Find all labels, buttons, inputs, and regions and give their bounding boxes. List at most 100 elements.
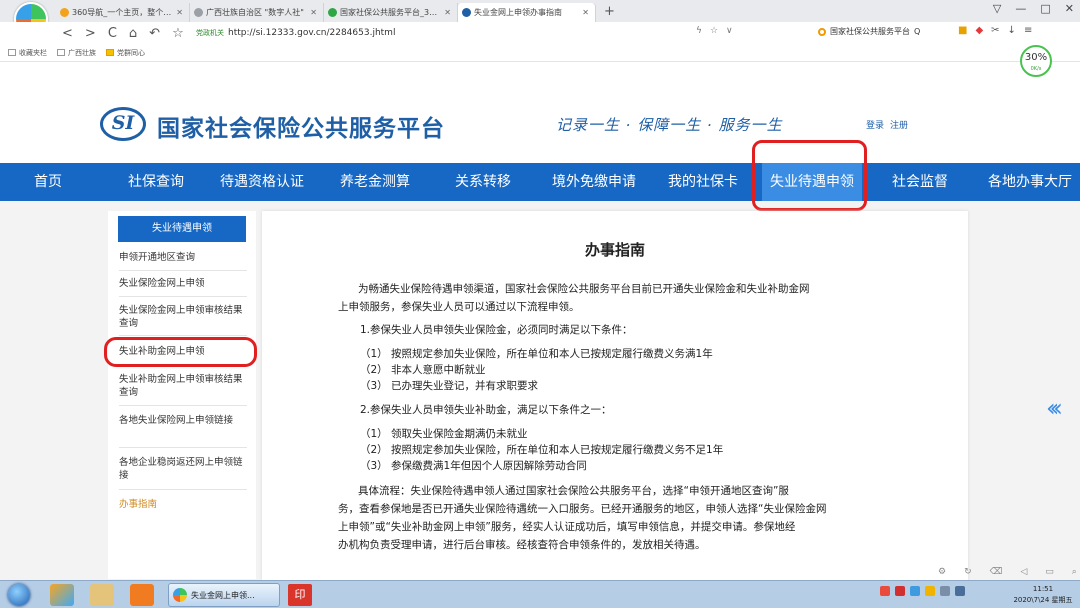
browser-tab-active[interactable]: 失业金网上申领办事指南 ✕ bbox=[458, 3, 596, 22]
undo-icon[interactable]: ↶ bbox=[149, 26, 160, 41]
content-line: 为畅通失业保险待遇申领渠道，国家社会保险公共服务平台目前已开通失业保险金和失业补… bbox=[358, 283, 810, 295]
zoom-icon[interactable]: ⌕ bbox=[1072, 567, 1077, 577]
url-field[interactable]: 党政机关 http://si.12333.gov.cn/2284653.jhtm… bbox=[196, 25, 395, 41]
tray-icon[interactable] bbox=[910, 586, 920, 596]
sidebar-item-enterprise-links[interactable]: 各地企业稳岗返还网上申领链接 bbox=[119, 456, 247, 482]
browser-nav-buttons: < > C ⌂ ↶ ☆ bbox=[62, 26, 184, 41]
bookmark-star-icon[interactable]: ☆ bbox=[710, 26, 718, 36]
sidebar-item-subsidy-result[interactable]: 失业补助金网上申领审核结果查询 bbox=[119, 373, 247, 399]
sidebar-heading[interactable]: 失业待遇申领 bbox=[118, 216, 246, 242]
download-icon[interactable]: ↓ bbox=[1008, 25, 1016, 36]
content-line: 办机构负责受理申请，进行后台审核。经核查符合申领条件的，发放相关待遇。 bbox=[338, 539, 706, 551]
menu-lines-icon[interactable]: ≡ bbox=[1024, 25, 1032, 36]
taskbar-folder-icon[interactable] bbox=[90, 584, 114, 606]
double-chevron-left-icon[interactable]: ‹‹‹ bbox=[1046, 394, 1063, 422]
tray-icon[interactable] bbox=[895, 586, 905, 596]
settings-icon[interactable]: ⚙ bbox=[938, 567, 946, 577]
bookmark-item[interactable]: 收藏夹栏 bbox=[8, 48, 47, 58]
bookmark-item[interactable]: 广西壮族 bbox=[57, 48, 96, 58]
browser-tab-bar: 360导航_一个主页，整个世界 ✕ 广西壮族自治区 "数字人社" ✕ 国家社保公… bbox=[0, 0, 1080, 36]
chevron-down-icon[interactable]: ∨ bbox=[726, 26, 733, 36]
nav-item-my-card[interactable]: 我的社保卡 bbox=[668, 163, 738, 201]
sidebar-item-insurance-result[interactable]: 失业保险金网上申领审核结果查询 bbox=[119, 304, 247, 330]
tab-close-icon[interactable]: ✕ bbox=[444, 3, 451, 22]
delete-icon[interactable]: ⌫ bbox=[990, 567, 1003, 577]
window-controls: ▽ — □ ✕ bbox=[993, 2, 1074, 15]
divider bbox=[119, 270, 247, 271]
system-tray bbox=[880, 586, 965, 596]
tab-close-icon[interactable]: ✕ bbox=[582, 3, 589, 22]
login-link[interactable]: 登录 bbox=[866, 118, 884, 131]
browser-tab[interactable]: 360导航_一个主页，整个世界 ✕ bbox=[56, 3, 190, 22]
taskbar-app-icon[interactable] bbox=[50, 584, 74, 606]
tab-favicon-icon bbox=[462, 8, 471, 17]
nav-item-pension-calc[interactable]: 养老金测算 bbox=[340, 163, 410, 201]
nav-item-query[interactable]: 社保查询 bbox=[128, 163, 184, 201]
tray-icon[interactable] bbox=[925, 586, 935, 596]
back-icon[interactable]: < bbox=[62, 26, 73, 41]
search-query-text[interactable]: 国家社保公共服务平台 bbox=[830, 26, 910, 37]
content-panel: 办事指南 为畅通失业保险待遇申领渠道，国家社会保险公共服务平台目前已开通失业保险… bbox=[262, 211, 968, 580]
new-tab-button[interactable]: + bbox=[596, 3, 623, 22]
url-text[interactable]: http://si.12333.gov.cn/2284653.jhtml bbox=[228, 28, 395, 38]
tab-label: 广西壮族自治区 "数字人社" bbox=[206, 8, 304, 17]
browser-tab[interactable]: 国家社保公共服务平台_360搜 ✕ bbox=[324, 3, 458, 22]
refresh-icon[interactable]: ↻ bbox=[964, 567, 972, 577]
page-title: 办事指南 bbox=[584, 241, 645, 259]
volume-icon[interactable] bbox=[955, 586, 965, 596]
search-box[interactable]: 国家社保公共服务平台 Q bbox=[818, 26, 920, 37]
bookmarks-bar: 收藏夹栏 广西壮族 党群同心 bbox=[0, 44, 1080, 62]
tab-close-icon[interactable]: ✕ bbox=[176, 3, 183, 22]
home-icon[interactable]: ⌂ bbox=[129, 26, 137, 41]
network-speed-widget[interactable]: 30% 0K/s bbox=[1020, 45, 1052, 77]
taskbar-red-app[interactable]: 印 bbox=[288, 584, 312, 606]
extension-icon[interactable]: ◆ bbox=[975, 25, 983, 36]
nav-item-overseas[interactable]: 境外免缴申请 bbox=[552, 163, 636, 201]
sound-icon[interactable]: ◁ bbox=[1020, 567, 1027, 577]
nav-item-supervision[interactable]: 社会监督 bbox=[892, 163, 948, 201]
sidebar-item-guide[interactable]: 办事指南 bbox=[119, 498, 247, 511]
nav-item-certification[interactable]: 待遇资格认证 bbox=[220, 163, 304, 201]
content-line: （2） 非本人意愿中断就业 bbox=[360, 364, 486, 376]
close-window-icon[interactable]: ✕ bbox=[1065, 2, 1074, 15]
refresh-icon[interactable]: C bbox=[108, 26, 117, 41]
tab-close-icon[interactable]: ✕ bbox=[310, 3, 317, 22]
forward-icon[interactable]: > bbox=[85, 26, 96, 41]
sidebar: 失业待遇申领 申领开通地区查询 失业保险金网上申领 失业保险金网上申领审核结果查… bbox=[108, 211, 256, 579]
lightning-icon[interactable]: ϟ bbox=[696, 26, 702, 36]
apps-grid-icon[interactable]: ■ bbox=[958, 25, 967, 36]
clock-date: 2020\7\24 星期五 bbox=[1013, 596, 1073, 604]
tray-icon[interactable] bbox=[940, 586, 950, 596]
site-title[interactable]: 国家社会保险公共服务平台 bbox=[157, 109, 445, 143]
content-line: 上申领”或“失业补助金网上申领”服务，经实人认证成功后，填写申领信息，并提交申请… bbox=[338, 521, 796, 533]
tab-favicon-icon bbox=[194, 8, 203, 17]
sidebar-item-region-query[interactable]: 申领开通地区查询 bbox=[119, 251, 247, 264]
register-link[interactable]: 注册 bbox=[890, 118, 908, 131]
window-icon[interactable]: ▭ bbox=[1045, 567, 1054, 577]
taskbar-media-icon[interactable] bbox=[130, 584, 154, 606]
favorite-star-icon[interactable]: ☆ bbox=[172, 26, 184, 41]
sidebar-item-local-links[interactable]: 各地失业保险网上申领链接 bbox=[119, 414, 247, 427]
system-clock[interactable]: 11:51 2020\7\24 星期五 bbox=[1010, 584, 1076, 606]
browser-tab[interactable]: 广西壮族自治区 "数字人社" ✕ bbox=[190, 3, 324, 22]
si-logo[interactable]: SI bbox=[100, 107, 146, 141]
highlight-annotation-sidebar bbox=[104, 337, 257, 367]
nav-item-transfer[interactable]: 关系转移 bbox=[455, 163, 511, 201]
taskbar-browser-window[interactable]: 失业金网上申领... bbox=[168, 583, 280, 607]
status-bar-icons: ⚙ ↻ ⌫ ◁ ▭ ⌕ bbox=[938, 567, 1077, 577]
tray-icon[interactable] bbox=[880, 586, 890, 596]
tab-favicon-icon bbox=[328, 8, 337, 17]
content-line: （2） 按照规定参加失业保险，所在单位和本人已按规定履行缴费义务不足1年 bbox=[360, 444, 724, 456]
sidebar-item-insurance-apply[interactable]: 失业保险金网上申领 bbox=[119, 277, 247, 290]
minimize-icon[interactable]: — bbox=[1015, 2, 1026, 15]
menu-icon[interactable]: ▽ bbox=[993, 2, 1001, 15]
tab-label: 国家社保公共服务平台_360搜 bbox=[340, 8, 442, 17]
nav-item-service-hall[interactable]: 各地办事大厅 bbox=[988, 163, 1072, 201]
search-icon[interactable]: Q bbox=[914, 27, 920, 36]
maximize-icon[interactable]: □ bbox=[1040, 2, 1050, 15]
start-button[interactable] bbox=[8, 584, 30, 606]
content-line: 具体流程：失业保险待遇申领人通过国家社会保险公共服务平台，选择“申领开通地区查询… bbox=[358, 485, 789, 497]
nav-item-home[interactable]: 首页 bbox=[34, 163, 62, 201]
scissors-icon[interactable]: ✂ bbox=[991, 25, 999, 36]
bookmark-item[interactable]: 党群同心 bbox=[106, 48, 145, 58]
